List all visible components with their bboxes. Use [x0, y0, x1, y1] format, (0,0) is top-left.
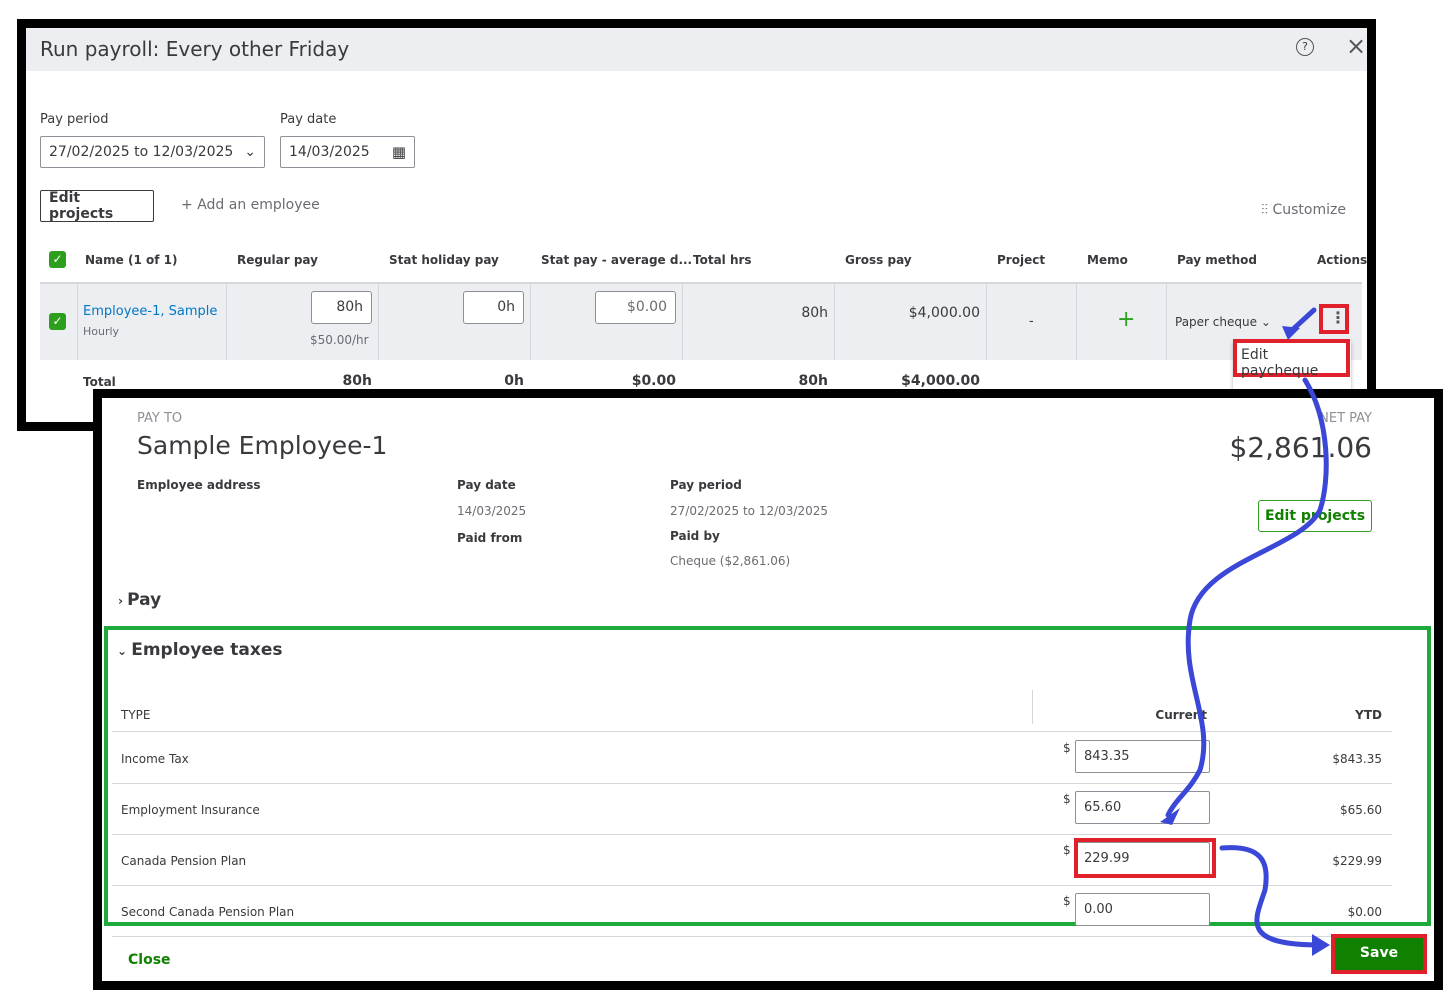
arrow-to-cpp: [1165, 377, 1329, 818]
arrow-to-save: [1219, 845, 1323, 948]
annotation-arrows: [1160, 307, 1330, 956]
